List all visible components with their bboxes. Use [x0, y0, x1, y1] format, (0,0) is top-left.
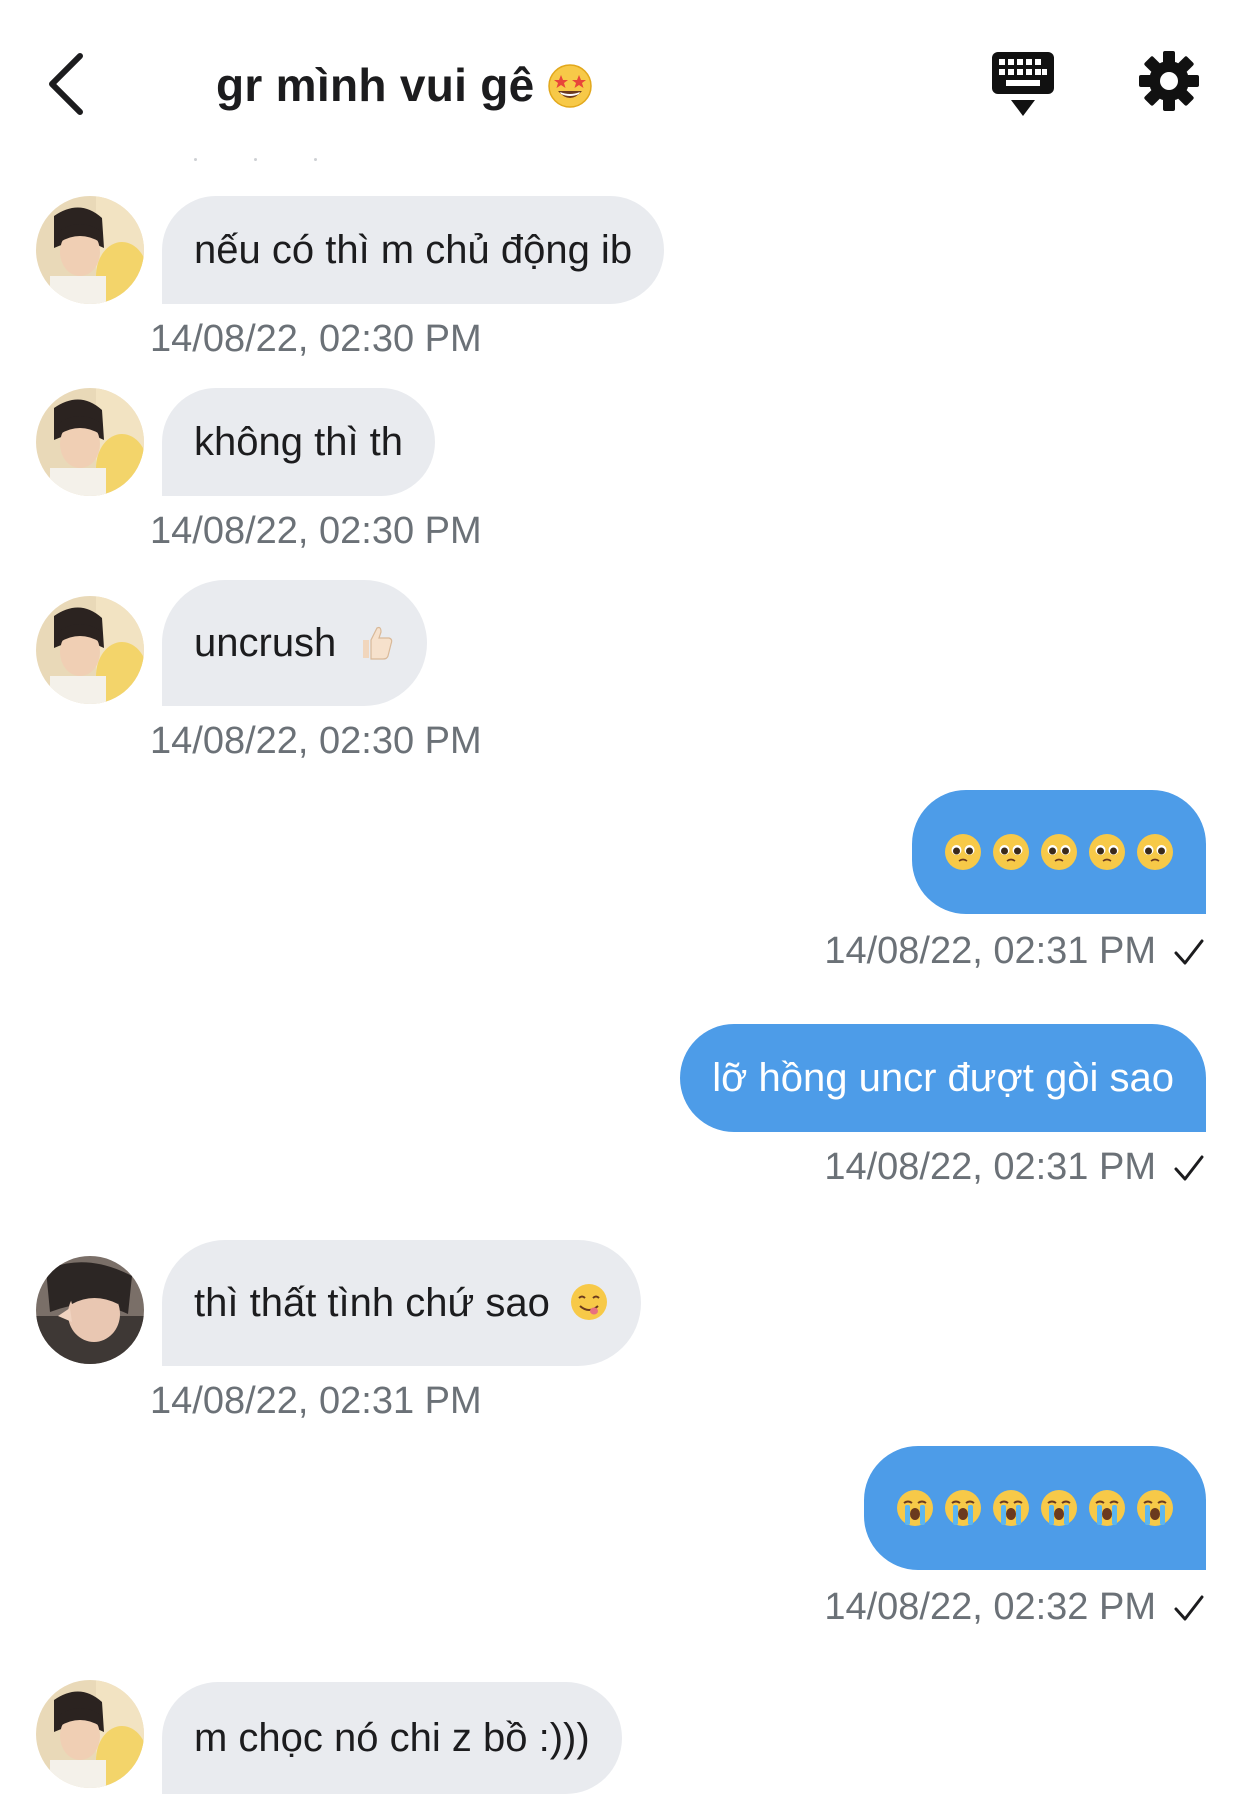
avatar-photo [36, 196, 144, 304]
message-bubble-incoming[interactable]: nếu có thì m chủ động ib [162, 196, 665, 304]
gear-icon [1139, 51, 1199, 111]
loudly-crying-face-emoji-icon [993, 1490, 1029, 1526]
message-text: lỡ hồng uncr đượt gòi sao [712, 1056, 1174, 1100]
keyboard-button[interactable] [990, 50, 1056, 120]
avatar[interactable] [36, 1256, 144, 1364]
pleading-face-emoji-icon [945, 834, 981, 870]
settings-button[interactable] [1138, 50, 1200, 112]
message-timestamp: 14/08/22, 02:31 PM [824, 930, 1206, 973]
chevron-left-icon [49, 53, 83, 115]
avatar-photo [36, 1256, 144, 1364]
checkmark-sent-icon [1174, 1595, 1204, 1620]
face-savoring-food-emoji-icon [571, 1284, 608, 1320]
emoji-row [944, 790, 1174, 914]
avatar[interactable] [36, 196, 144, 304]
avatar[interactable] [36, 388, 144, 496]
avatar-photo [36, 596, 144, 704]
avatar-photo [36, 1680, 144, 1788]
keyboard-hide-icon [992, 52, 1054, 116]
avatar[interactable] [36, 596, 144, 704]
message-text: thì thất tình chứ sao [194, 1281, 550, 1325]
chat-header: gr mình vui gê [0, 0, 1242, 160]
message-time: 14/08/22, 02:32 PM [824, 1586, 1156, 1628]
message-bubble-incoming[interactable]: thì thất tình chứ sao [162, 1240, 642, 1366]
back-button[interactable] [36, 44, 96, 124]
thumbs-up-emoji-icon [363, 626, 393, 660]
pleading-face-emoji-icon [1089, 834, 1125, 870]
checkmark-sent-icon [1174, 939, 1204, 964]
message-timestamp: 14/08/22, 02:32 PM [824, 1586, 1206, 1629]
pleading-face-emoji-icon [993, 834, 1029, 870]
message-text: nếu có thì m chủ động ib [194, 228, 633, 272]
checkmark-sent-icon [1174, 1155, 1204, 1180]
message-time: 14/08/22, 02:31 PM [824, 1146, 1156, 1188]
pleading-face-emoji-icon [1137, 834, 1173, 870]
message-bubble-incoming[interactable]: uncrush [162, 580, 428, 706]
message-timestamp: 14/08/22, 02:30 PM [150, 318, 482, 360]
pleading-face-emoji-icon [1041, 834, 1077, 870]
chat-screen: gr mình vui gê nếu có thì m chủ động ib … [0, 0, 1242, 1809]
loudly-crying-face-emoji-icon [1089, 1490, 1125, 1526]
avatar-photo [36, 388, 144, 496]
message-timestamp: 14/08/22, 02:31 PM [824, 1146, 1206, 1189]
message-text: uncrush [194, 621, 337, 665]
loudly-crying-face-emoji-icon [1041, 1490, 1077, 1526]
header-fade [0, 140, 1242, 180]
message-bubble-outgoing[interactable] [864, 1446, 1206, 1570]
loudly-crying-face-emoji-icon [897, 1490, 933, 1526]
message-text: không thì th [194, 420, 404, 464]
message-text: m chọc nó chi z bồ :))) [194, 1716, 590, 1760]
message-bubble-outgoing[interactable] [912, 790, 1206, 914]
message-timestamp: 14/08/22, 02:30 PM [150, 510, 482, 552]
star-struck-emoji-icon [547, 64, 592, 108]
message-bubble-incoming[interactable]: m chọc nó chi z bồ :))) [162, 1682, 622, 1794]
loudly-crying-face-emoji-icon [1137, 1490, 1173, 1526]
message-timestamp: 14/08/22, 02:31 PM [150, 1380, 482, 1422]
message-bubble-outgoing[interactable]: lỡ hồng uncr đượt gòi sao [680, 1024, 1206, 1132]
message-timestamp: 14/08/22, 02:30 PM [150, 720, 482, 762]
loudly-crying-face-emoji-icon [945, 1490, 981, 1526]
chat-title-text: gr mình vui gê [216, 59, 535, 111]
message-time: 14/08/22, 02:31 PM [824, 930, 1156, 972]
chat-title: gr mình vui gê [216, 58, 593, 112]
message-bubble-incoming[interactable]: không thì th [162, 388, 436, 496]
avatar[interactable] [36, 1680, 144, 1788]
emoji-row [896, 1446, 1174, 1570]
